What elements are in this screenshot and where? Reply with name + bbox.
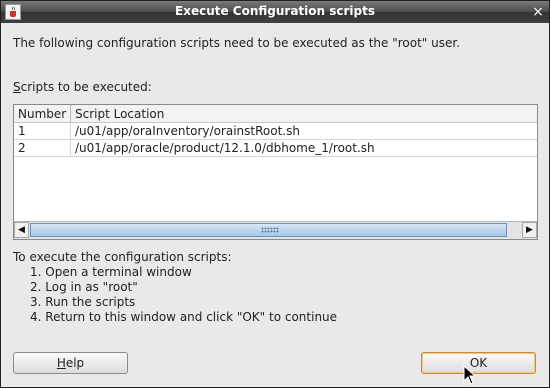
cell-number: 2 — [18, 141, 26, 155]
cell-divider — [70, 123, 71, 139]
column-header-script-location[interactable]: Script Location — [75, 107, 164, 121]
instructions: To execute the configuration scripts: 1.… — [13, 250, 337, 325]
table-row[interactable]: 1 /u01/app/oraInventory/orainstRoot.sh — [14, 123, 537, 140]
scrollbar-thumb[interactable] — [30, 223, 507, 237]
scripts-label-mnemonic: S — [13, 80, 21, 94]
ok-button[interactable]: OK — [421, 352, 536, 374]
scripts-table: Number Script Location 1 /u01/app/oraInv… — [13, 104, 538, 240]
instruction-step: 2. Log in as "root" — [30, 280, 138, 294]
help-button-label: elp — [65, 356, 85, 370]
column-divider[interactable] — [70, 105, 71, 122]
title-bar[interactable]: Execute Configuration scripts × — [1, 1, 549, 23]
instructions-heading: To execute the configuration scripts: — [13, 250, 232, 264]
cell-divider — [70, 140, 71, 156]
cell-script-location: /u01/app/oracle/product/12.1.0/dbhome_1/… — [75, 141, 375, 155]
description-text: The following configuration scripts need… — [13, 36, 461, 50]
column-header-number[interactable]: Number — [18, 107, 66, 121]
close-icon[interactable]: × — [530, 4, 546, 20]
cell-number: 1 — [18, 124, 26, 138]
table-row[interactable]: 2 /u01/app/oracle/product/12.1.0/dbhome_… — [14, 140, 537, 157]
window-title: Execute Configuration scripts — [175, 4, 375, 18]
scripts-label-text: cripts to be executed: — [20, 80, 152, 94]
scrollbar-grip — [261, 227, 279, 233]
scripts-label: Scripts to be executed: — [13, 80, 152, 94]
mouse-pointer-icon — [463, 365, 477, 385]
instruction-step: 1. Open a terminal window — [30, 265, 192, 279]
instruction-step: 3. Run the scripts — [30, 295, 136, 309]
instruction-step: 4. Return to this window and click "OK" … — [30, 310, 338, 324]
horizontal-scrollbar[interactable]: ◀ ▶ — [14, 221, 537, 239]
cell-script-location: /u01/app/oraInventory/orainstRoot.sh — [75, 124, 300, 138]
help-button[interactable]: Help — [13, 352, 128, 374]
arrow-right-icon[interactable]: ▶ — [522, 222, 537, 238]
table-header: Number Script Location — [14, 105, 537, 123]
help-button-mnemonic: H — [56, 356, 66, 370]
dialog-window: Execute Configuration scripts × The foll… — [0, 0, 550, 388]
arrow-left-icon[interactable]: ◀ — [14, 222, 29, 238]
